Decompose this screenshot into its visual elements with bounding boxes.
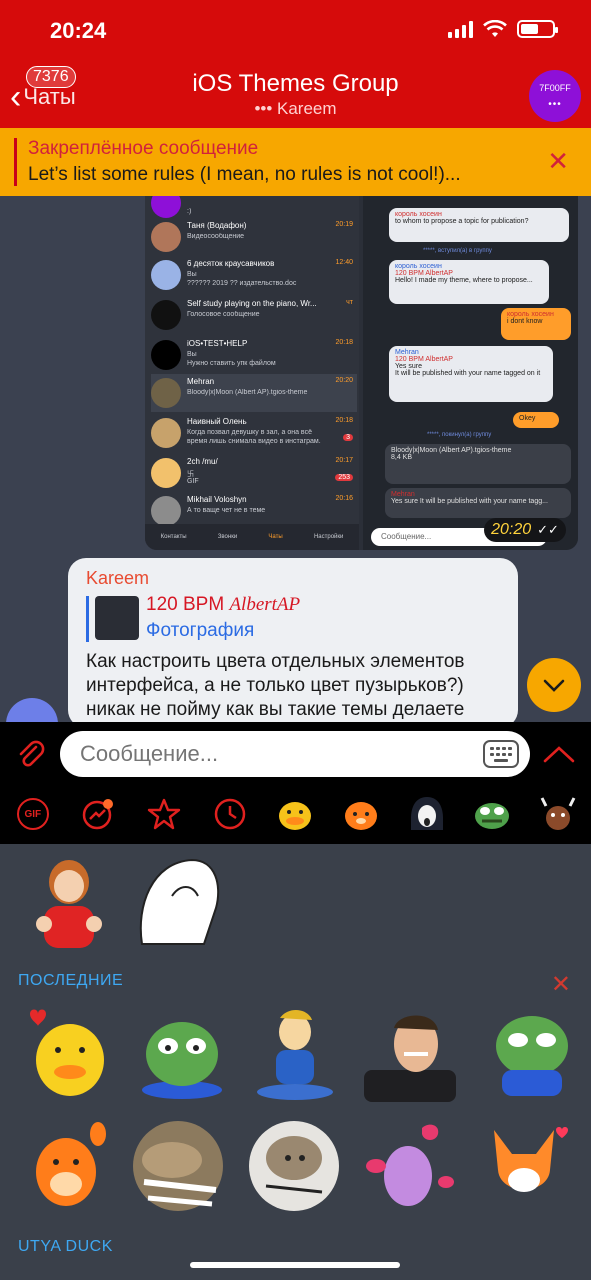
battery-icon [517,20,558,38]
status-time: 20:24 [50,18,107,43]
list-item: iOS•TEST•HELP 20:18 Вы Нужно ставить упк… [151,336,357,374]
pinned-message-bar[interactable]: Закреплённое сообщение Let’s list some r… [0,128,591,196]
list-item: Таня (Водафон) 20:19 Видеосообщение [151,218,357,256]
conversation-preview: король хосеин to whom to propose a topic… [363,196,578,550]
ghost-face-icon [410,797,443,830]
quote-thumbnail [95,596,139,640]
hamster-icon [345,802,378,830]
pinned-text: Let’s list some rules (I mean, no rules … [28,164,461,185]
pepe-tab[interactable] [472,794,512,834]
utya-duck-tab[interactable] [275,794,315,834]
duck-icon [279,802,312,830]
list-item: Mehran 20:20 Bloody|x|Moon (Albert AP).t… [151,374,357,412]
clear-recent-icon[interactable]: ✕ [551,970,571,999]
sticker-duck-heart[interactable] [22,1006,112,1102]
typing-status: ••• Kareem [254,99,337,118]
sticker-tabs: GIF [0,785,591,843]
keyboard-icon[interactable] [483,740,519,768]
bull-icon [540,797,576,830]
group-avatar[interactable]: 7F00FF ••• [529,70,581,122]
message-text: Как настроить цвета отдельных элементов … [86,651,465,720]
sticker-hedgehog-photo[interactable] [132,1120,224,1212]
sticker-hamster-wave[interactable] [26,1116,110,1210]
chat-list-preview: Вы :) Таня (Водафон) 20:19 Видеосообщени… [145,196,359,550]
chat-area[interactable]: Вы :) Таня (Водафон) 20:19 Видеосообщени… [0,196,591,722]
sticker-girl-thumbs-up[interactable] [30,854,108,948]
sticker-pepe-think[interactable] [486,1006,578,1098]
sender-avatar[interactable] [6,698,58,722]
message-input[interactable] [60,731,530,777]
photo-message[interactable]: Вы :) Таня (Водафон) 20:19 Видеосообщени… [145,196,578,550]
sticker-hedgehog-chochocho[interactable] [248,1120,340,1212]
recent-tab[interactable] [210,794,250,834]
trending-tab[interactable] [78,794,118,834]
section-recent: ПОСЛЕДНИЕ [18,972,124,989]
gif-tab[interactable]: GIF [13,794,53,834]
sticker-pepe-sad[interactable] [136,1012,228,1100]
chevron-up-icon[interactable] [542,744,576,764]
paperclip-icon[interactable] [14,738,48,772]
message-author[interactable]: Kareem [86,568,149,589]
sticker-fox-hearts[interactable] [478,1120,570,1212]
sticker-vault-boy[interactable] [252,1006,338,1104]
quote-bar [86,596,89,642]
hamster-tab[interactable] [341,794,381,834]
message-time-overlay: 20:20 ✓✓ [484,518,566,542]
pinned-title: Закреплённое сообщение [28,138,259,159]
chevron-down-icon [543,679,565,692]
sticker-facepalm[interactable] [132,856,224,946]
sticker-kiss-character[interactable] [362,1120,454,1212]
trending-icon [83,799,114,830]
close-icon[interactable]: ✕ [547,146,569,177]
signal-icon [448,20,473,38]
avatar-text: 7F00FF [539,82,571,93]
home-indicator [190,1262,400,1268]
gif-icon: GIF [16,798,49,830]
quote-type: Фотография [146,620,255,641]
sticker-tom-cruise-laugh[interactable] [364,1008,456,1102]
section-utya-duck: UTYA DUCK [18,1238,113,1255]
quote-author[interactable]: 120 BPM AlbertAP [146,594,300,616]
message-bubble[interactable]: Kareem 120 BPM AlbertAP Фотография Как н… [68,558,518,722]
list-item: 2ch /mu/ 20:17 卐 GIF 253 [151,454,357,492]
list-item: Self study playing on the piano, Wr... ч… [151,296,357,334]
avatar-dots: ••• [548,98,562,110]
list-item: Наивный Олень 20:18 Когда позвал девушку… [151,414,357,452]
clock-icon [214,798,246,830]
navigation-header: 20:24 ‹ Чаты 7376 iOS Themes Group ••• K… [0,0,591,128]
star-icon [147,798,181,830]
ghost-face-tab[interactable] [407,794,447,834]
favorites-tab[interactable] [144,794,184,834]
scroll-down-button[interactable] [527,658,581,712]
list-item: 6 десяток краусавчиков 12:40 Вы ?????? 2… [151,256,357,294]
wifi-icon [483,20,507,37]
status-icons [448,20,558,38]
pepe-icon [475,803,510,829]
chat-title[interactable]: iOS Themes Group [0,70,591,98]
pinned-accent-bar [14,138,17,186]
bull-tab[interactable] [538,794,578,834]
sticker-panel: ПОСЛЕДНИЕ ✕ UTYA DUCK [0,844,591,1280]
tab-bar-preview: Контакты Звонки Чаты Настройки [145,524,359,550]
